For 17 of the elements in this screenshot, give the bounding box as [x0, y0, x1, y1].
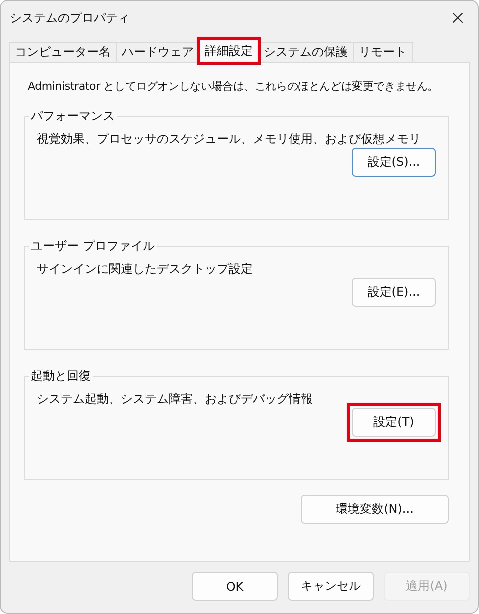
window-title: システムのプロパティ: [10, 10, 130, 26]
notice-text: Administrator としてログオンしない場合は、これらのほとんどは変更できません。: [28, 79, 440, 94]
group-description: サインインに関連したデスクトップ設定: [37, 261, 254, 278]
group-title: 起動と回復: [30, 368, 92, 385]
dialog-button[interactable]: キャンセル: [288, 572, 374, 601]
group-description: 視覚効果、プロセッサのスケジュール、メモリ使用、および仮想メモリ: [37, 131, 422, 148]
dialog-button[interactable]: OK: [192, 572, 278, 601]
tab[interactable]: 詳細設定: [199, 39, 259, 63]
group-title: ユーザー プロファイル: [30, 238, 156, 255]
settings-button[interactable]: 設定(S)...: [352, 148, 436, 177]
environment-variables-button[interactable]: 環境変数(N)...: [301, 495, 449, 524]
settings-button[interactable]: 設定(T): [352, 408, 436, 437]
settings-button[interactable]: 設定(E)...: [352, 278, 436, 307]
group-description: システム起動、システム障害、およびデバッグ情報: [37, 391, 314, 408]
tab[interactable]: リモート: [353, 42, 413, 63]
tab[interactable]: コンピューター名: [9, 42, 117, 63]
group-title: パフォーマンス: [30, 108, 116, 125]
